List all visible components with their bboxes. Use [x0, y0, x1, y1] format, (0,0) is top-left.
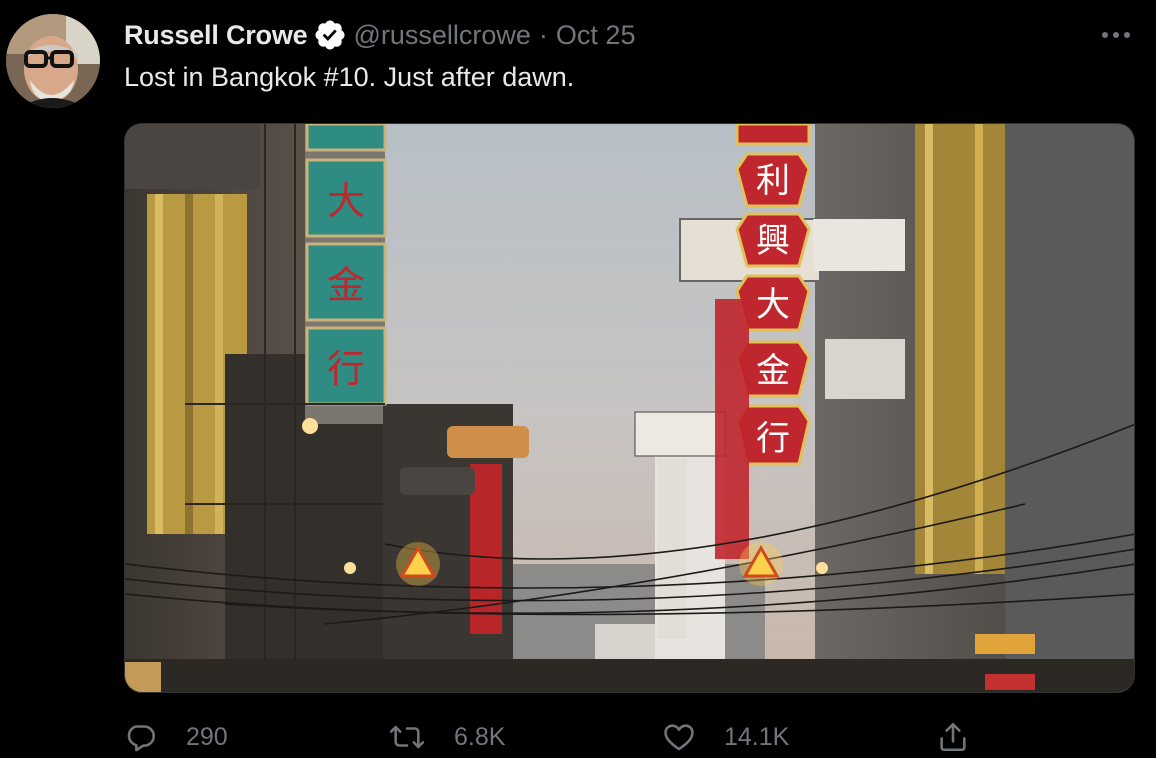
tweet-date[interactable]: Oct 25 [556, 20, 636, 51]
more-dots-icon [1101, 26, 1131, 44]
share-icon [936, 720, 970, 754]
separator-dot: · [538, 19, 548, 50]
more-options-button[interactable] [1098, 22, 1134, 48]
right-sign-glyph-1: 利 [756, 161, 790, 201]
right-sign-glyph-4: 金 [756, 351, 790, 391]
left-sign-glyph-1: 大 [327, 179, 365, 223]
right-sign-glyph-3: 大 [756, 285, 790, 325]
author-display-name[interactable]: Russell Crowe [124, 20, 308, 51]
share-button[interactable] [936, 717, 970, 757]
left-sign-column: 大 金 行 [305, 124, 387, 406]
reply-count: 290 [186, 722, 228, 751]
retweet-count: 6.8K [454, 722, 506, 751]
avatar[interactable] [6, 14, 100, 108]
tweet-header: Russell Crowe @russellcrowe · Oct 25 [124, 17, 635, 53]
retweet-icon [388, 720, 426, 754]
tweet-media-image[interactable]: 大 金 行 利 興 大 金 行 [124, 123, 1135, 693]
heart-icon [662, 720, 696, 754]
reply-icon [124, 720, 158, 754]
right-sign-glyph-2: 興 [756, 221, 790, 261]
right-sign-glyph-5: 行 [756, 419, 790, 459]
tweet-card[interactable]: Russell Crowe @russellcrowe · Oct 25 Los… [0, 0, 1156, 758]
reply-button[interactable]: 290 [124, 717, 228, 757]
like-button[interactable]: 14.1K [662, 717, 789, 757]
left-sign-glyph-2: 金 [327, 263, 365, 307]
retweet-button[interactable]: 6.8K [388, 717, 505, 757]
tweet-text: Lost in Bangkok #10. Just after dawn. [124, 62, 575, 92]
author-handle[interactable]: @russellcrowe [353, 20, 530, 51]
left-sign-glyph-3: 行 [327, 347, 365, 391]
like-count: 14.1K [724, 722, 790, 751]
verified-badge-icon [313, 18, 347, 52]
tweet-actions-bar: 290 6.8K 14.1K [124, 717, 984, 757]
